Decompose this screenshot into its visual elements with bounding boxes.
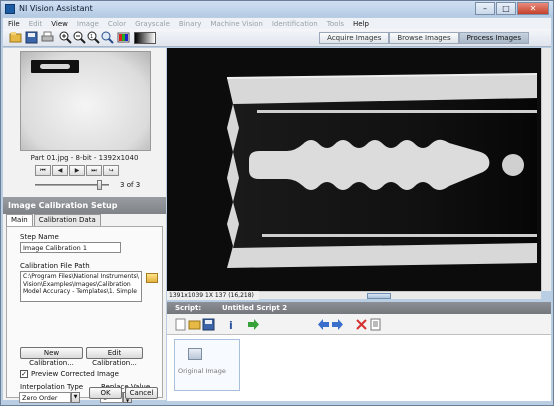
palette-icon[interactable]: [117, 31, 130, 44]
save-icon[interactable]: [25, 31, 38, 44]
edit-calibration-button[interactable]: Edit Calibration...: [86, 347, 143, 367]
new-calibration-button[interactable]: New Calibration...: [20, 347, 83, 367]
gray-palette-swatch[interactable]: [134, 32, 156, 44]
script-panel: Original Image: [167, 335, 551, 401]
print-icon[interactable]: [41, 31, 54, 44]
left-panel: Part 01.jpg - 8-bit - 1392x1040 ⏮ ◀ ▶ ⏭ …: [3, 48, 166, 403]
chevron-down-icon[interactable]: ▼: [71, 392, 80, 403]
save-script-icon[interactable]: [202, 318, 215, 331]
vertical-scrollbar[interactable]: [541, 48, 551, 291]
menu-image[interactable]: Image: [77, 20, 99, 28]
main-toolbar: 1 Acquire Images Browse Images Process I…: [3, 29, 551, 47]
menu-help[interactable]: Help: [353, 20, 369, 28]
app-window: NI Vision Assistant – □ ✕ File Edit View…: [0, 0, 554, 406]
menu-identification[interactable]: Identification: [272, 20, 318, 28]
minimize-button[interactable]: –: [475, 2, 495, 15]
delete-step-icon[interactable]: [355, 318, 368, 331]
script-step-label: Original Image: [178, 367, 226, 375]
script-label: Script:: [175, 304, 202, 312]
open-image-icon[interactable]: [9, 31, 22, 44]
run-once-icon[interactable]: [247, 318, 260, 331]
image-step-icon: [188, 348, 202, 360]
of-label: of: [126, 181, 134, 189]
new-script-icon[interactable]: [174, 318, 187, 331]
horizontal-scrollbar[interactable]: [259, 291, 541, 299]
menu-edit[interactable]: Edit: [29, 20, 43, 28]
jump-image-button[interactable]: ↪: [103, 165, 119, 176]
svg-text:1: 1: [90, 34, 93, 40]
image-counter: 3 of 3: [120, 181, 140, 189]
razor-blade-image: [167, 48, 541, 291]
menu-grayscale[interactable]: Grayscale: [135, 20, 170, 28]
title-bar: NI Vision Assistant – □ ✕: [1, 1, 553, 17]
move-right-icon[interactable]: [331, 318, 344, 331]
move-left-icon[interactable]: [317, 318, 330, 331]
menu-bar: File Edit View Image Color Grayscale Bin…: [3, 18, 551, 29]
app-icon: [5, 4, 15, 14]
zoom-region-icon[interactable]: [101, 31, 114, 44]
step-name-field[interactable]: Image Calibration 1: [20, 242, 121, 253]
svg-text:i: i: [229, 319, 233, 331]
menu-tools[interactable]: Tools: [327, 20, 344, 28]
menu-color[interactable]: Color: [108, 20, 126, 28]
main-tab-content: Step Name Image Calibration 1 Calibratio…: [6, 226, 163, 398]
preview-checkbox[interactable]: ✓: [20, 370, 28, 378]
menu-view[interactable]: View: [51, 20, 68, 28]
step-name-label: Step Name: [20, 233, 59, 241]
first-image-button[interactable]: ⏮: [35, 165, 51, 176]
interpolation-type-select[interactable]: Zero Order: [19, 392, 71, 403]
image-status-info: 1391x1039 1X 137 (16,218): [167, 291, 259, 300]
interpolation-type-label: Interpolation Type: [20, 383, 84, 391]
thumbnail-preview[interactable]: [20, 51, 151, 151]
image-viewer[interactable]: [167, 48, 541, 291]
cancel-button[interactable]: Cancel: [125, 387, 158, 399]
menu-binary[interactable]: Binary: [179, 20, 202, 28]
total-image-number: 3: [135, 181, 141, 189]
preview-label: Preview Corrected Image: [31, 370, 119, 378]
panel-title: Image Calibration Setup: [3, 197, 166, 214]
last-image-button[interactable]: ⏭: [86, 165, 102, 176]
blade-thumbnail-image: [31, 60, 79, 73]
script-step-original-image[interactable]: Original Image: [174, 339, 240, 391]
process-images-button[interactable]: Process Images: [458, 32, 529, 44]
zoom-fit-icon[interactable]: 1: [87, 31, 100, 44]
horizontal-scroll-thumb[interactable]: [367, 293, 391, 299]
acquire-images-button[interactable]: Acquire Images: [319, 32, 390, 44]
open-script-icon[interactable]: [188, 318, 201, 331]
calibration-path-label: Calibration File Path: [20, 262, 90, 270]
info-icon[interactable]: i: [225, 318, 238, 331]
maximize-button[interactable]: □: [496, 2, 516, 15]
browse-folder-icon[interactable]: [146, 273, 158, 283]
script-header: Script: Untitled Script 2: [167, 302, 551, 314]
close-button[interactable]: ✕: [517, 2, 549, 15]
script-name: Untitled Script 2: [222, 304, 288, 312]
zoom-in-icon[interactable]: [59, 31, 72, 44]
zoom-out-icon[interactable]: [73, 31, 86, 44]
script-properties-icon[interactable]: [369, 318, 382, 331]
window-title: NI Vision Assistant: [19, 4, 93, 13]
next-image-button[interactable]: ▶: [69, 165, 85, 176]
image-slider-thumb[interactable]: [97, 180, 102, 190]
script-toolbar: i: [167, 314, 551, 335]
browse-images-button[interactable]: Browse Images: [389, 32, 459, 44]
calibration-path-field[interactable]: C:\Program Files\National Instruments\ V…: [20, 271, 142, 302]
current-image-number: 3: [120, 181, 125, 189]
thumbnail-caption: Part 01.jpg - 8-bit - 1392x1040: [30, 154, 139, 162]
menu-file[interactable]: File: [8, 20, 20, 28]
previous-image-button[interactable]: ◀: [52, 165, 68, 176]
menu-machine-vision[interactable]: Machine Vision: [210, 20, 262, 28]
tab-calibration-data[interactable]: Calibration Data: [33, 214, 101, 226]
ok-button[interactable]: OK: [89, 387, 122, 399]
